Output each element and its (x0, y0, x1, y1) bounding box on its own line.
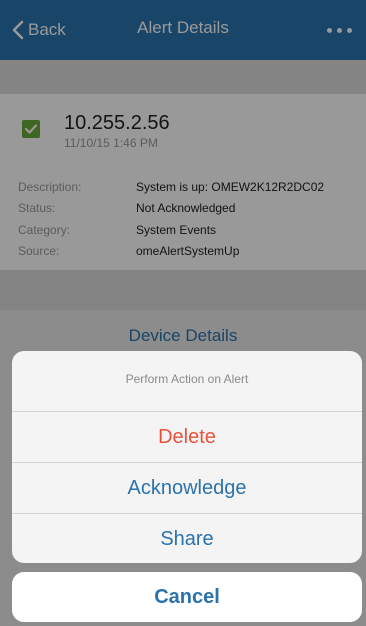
cancel-button[interactable]: Cancel (12, 572, 362, 622)
action-sheet: Perform Action on Alert Delete Acknowled… (12, 351, 362, 563)
share-button[interactable]: Share (12, 514, 362, 563)
delete-button[interactable]: Delete (12, 412, 362, 463)
acknowledge-button[interactable]: Acknowledge (12, 463, 362, 514)
action-sheet-title: Perform Action on Alert (12, 351, 362, 412)
